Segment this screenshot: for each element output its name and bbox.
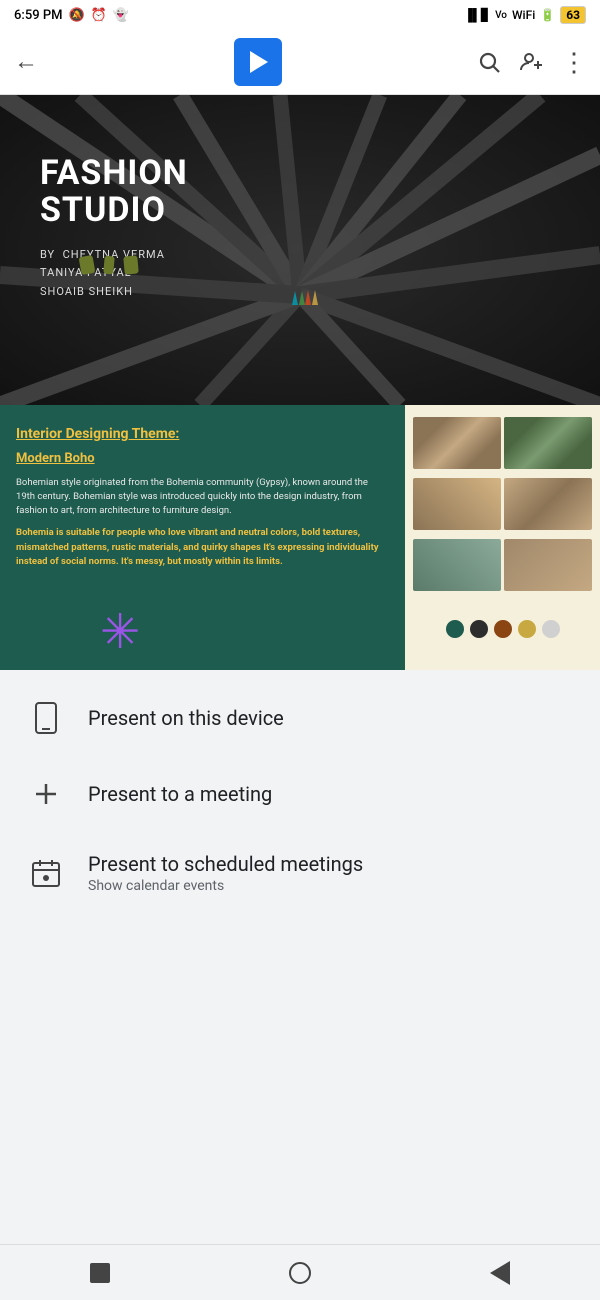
slide1-text: FASHIONSTUDIO BY CHEYTNA VERMA TANIYA PA…	[40, 155, 188, 302]
boho-img-3	[413, 478, 501, 530]
color-dot-4	[518, 620, 536, 638]
status-right: ▐▌▊ Vo WiFi 🔋 63	[464, 6, 586, 24]
more-button[interactable]: ⋮	[561, 47, 586, 78]
add-person-button[interactable]	[519, 50, 543, 74]
deco-dot-1	[79, 255, 96, 275]
color-dot-5	[542, 620, 560, 638]
boho-img-1	[413, 417, 501, 469]
alarm-off-icon: 🔕	[69, 8, 85, 23]
add-person-icon	[519, 50, 543, 74]
slide2-preview: Interior Designing Theme: Modern Boho Bo…	[0, 405, 600, 670]
bottom-spacer	[0, 924, 600, 994]
status-time: 6:59 PM	[14, 8, 63, 23]
present-device-label: Present on this device	[88, 706, 284, 730]
wifi-icon: WiFi	[512, 8, 535, 22]
color-dot-2	[470, 620, 488, 638]
nav-back-button[interactable]	[490, 1261, 510, 1285]
slide2-image-grid	[405, 405, 600, 670]
slide1-decoration	[80, 256, 138, 274]
present-device-text: Present on this device	[88, 706, 284, 730]
present-scheduled-item[interactable]: Present to scheduled meetings Show calen…	[0, 832, 600, 914]
slide1-preview: FASHIONSTUDIO BY CHEYTNA VERMA TANIYA PA…	[0, 95, 600, 405]
nav-circle-icon	[289, 1262, 311, 1284]
device-icon	[28, 700, 64, 736]
app-bar: ← ⋮	[0, 30, 600, 95]
signal-icon: ▐▌▊	[464, 8, 490, 22]
nav-square-button[interactable]	[90, 1263, 110, 1283]
boho-img-4	[504, 478, 592, 530]
battery-icon: 🔋	[540, 8, 555, 22]
present-scheduled-text: Present to scheduled meetings Show calen…	[88, 852, 363, 894]
present-meeting-label: Present to a meeting	[88, 782, 272, 806]
calendar-icon	[28, 855, 64, 891]
app-bar-actions: ⋮	[477, 47, 586, 78]
present-scheduled-sublabel: Show calendar events	[88, 878, 363, 894]
color-dot-3	[494, 620, 512, 638]
nav-square-icon	[90, 1263, 110, 1283]
slide2-highlight: Bohemia is suitable for people who love …	[16, 526, 389, 569]
present-meeting-text: Present to a meeting	[88, 782, 272, 806]
present-device-item[interactable]: Present on this device	[0, 680, 600, 756]
nav-circle-button[interactable]	[289, 1262, 311, 1284]
bottom-nav	[0, 1244, 600, 1300]
battery-level: 63	[560, 6, 586, 24]
slide2-subheading: Modern Boho	[16, 451, 389, 466]
boho-img-6	[504, 539, 592, 591]
vo-icon: Vo	[495, 10, 507, 21]
slide1-title: FASHIONSTUDIO	[40, 155, 188, 230]
slide2-content-left: Interior Designing Theme: Modern Boho Bo…	[0, 405, 405, 670]
nav-triangle-icon	[490, 1261, 510, 1285]
boho-color-palette	[413, 600, 592, 658]
plus-icon	[28, 776, 64, 812]
present-meeting-item[interactable]: Present to a meeting	[0, 756, 600, 832]
play-icon	[250, 51, 268, 73]
present-scheduled-label: Present to scheduled meetings	[88, 852, 363, 876]
search-icon	[477, 50, 501, 74]
slide1-author3: SHOAIB SHEIKH	[40, 283, 188, 302]
slide2-body1: Bohemian style originated from the Bohem…	[16, 476, 389, 519]
deco-dot-3	[123, 255, 139, 274]
boho-img-5	[413, 539, 501, 591]
back-button[interactable]: ←	[14, 48, 38, 76]
status-left: 6:59 PM 🔕 ⏰ 👻	[14, 8, 129, 23]
deco-dot-2	[103, 255, 115, 274]
slide2-body2: Bohemia is suitable for people who love	[16, 527, 188, 538]
snapchat-icon: 👻	[113, 8, 129, 23]
alarm-icon: ⏰	[91, 8, 107, 23]
search-button[interactable]	[477, 50, 501, 74]
status-bar: 6:59 PM 🔕 ⏰ 👻 ▐▌▊ Vo WiFi 🔋 63	[0, 0, 600, 30]
boho-img-2	[504, 417, 592, 469]
play-button[interactable]	[234, 38, 282, 86]
present-menu: Present on this device Present to a meet…	[0, 670, 600, 924]
color-dot-1	[446, 620, 464, 638]
boho-star-decoration: ✳	[100, 603, 140, 660]
slide2-heading: Interior Designing Theme:	[16, 425, 389, 445]
